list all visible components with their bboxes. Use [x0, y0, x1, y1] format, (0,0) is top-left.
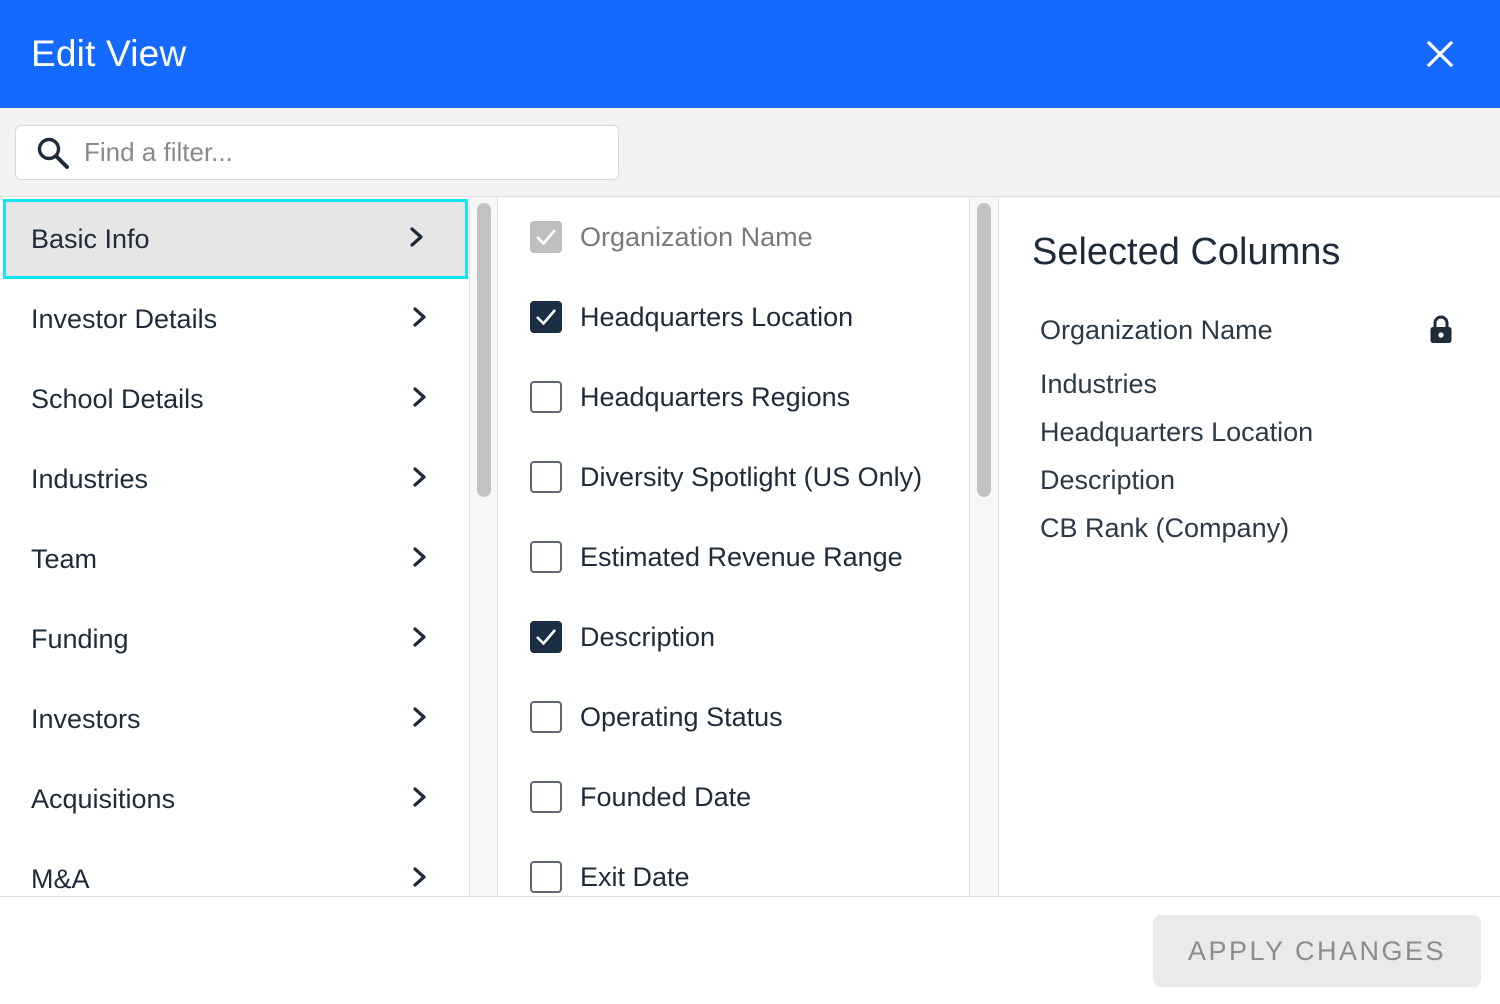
category-label: School Details	[31, 383, 204, 414]
field-option[interactable]: Headquarters Regions	[530, 357, 850, 437]
field-label: Headquarters Location	[580, 301, 854, 332]
chevron-right-icon	[412, 386, 428, 413]
field-label: Estimated Revenue Range	[580, 541, 903, 572]
field-checkbox[interactable]	[530, 461, 562, 493]
chevron-right-icon	[413, 786, 426, 807]
category-item[interactable]: Acquisitions	[3, 759, 468, 839]
field-option[interactable]: Diversity Spotlight (US Only)	[530, 437, 922, 517]
field-label: Exit Date	[580, 861, 690, 892]
field-label: Headquarters Regions	[580, 381, 851, 412]
category-item[interactable]: School Details	[3, 359, 468, 439]
chevron-right-icon	[412, 626, 428, 653]
field-checkbox	[530, 221, 562, 253]
search-input[interactable]	[84, 137, 584, 168]
lock-icon	[1429, 315, 1453, 350]
category-scrollbar-thumb[interactable]	[477, 203, 491, 497]
checkmark-icon	[536, 229, 556, 246]
chevron-right-icon	[413, 546, 426, 567]
chevron-right-icon	[412, 706, 428, 733]
field-label: Organization Name	[580, 221, 813, 252]
category-scrollbar[interactable]	[470, 197, 498, 897]
category-item[interactable]: Investors	[3, 679, 468, 759]
category-item[interactable]: Basic Info	[3, 199, 468, 279]
category-label: Basic Info	[31, 223, 150, 254]
field-option[interactable]: Estimated Revenue Range	[530, 517, 903, 597]
checkmark-icon	[536, 629, 556, 646]
chevron-right-icon	[410, 226, 423, 247]
category-list: Basic Info Investor Details School Details…	[0, 197, 470, 897]
field-list: Organization Name Headquarters Location He…	[499, 197, 969, 897]
category-item[interactable]: Industries	[3, 439, 468, 519]
apply-changes-button[interactable]: APPLY CHANGES	[1153, 915, 1481, 987]
close-button[interactable]	[1420, 34, 1460, 74]
search-bar	[0, 108, 1500, 196]
field-scrollbar-thumb[interactable]	[977, 203, 991, 497]
field-scrollbar[interactable]	[969, 197, 999, 897]
selected-column-item[interactable]: CB Rank (Company)	[1040, 513, 1289, 544]
chevron-right-icon	[413, 866, 426, 887]
selected-columns-title: Selected Columns	[1032, 231, 1341, 273]
chevron-right-icon	[413, 306, 426, 327]
chevron-right-icon	[412, 466, 428, 493]
chevron-right-icon	[409, 226, 425, 253]
selected-columns-panel: Selected Columns Organization Name Indust…	[999, 197, 1500, 897]
category-label: Industries	[31, 463, 149, 494]
field-option[interactable]: Founded Date	[530, 757, 751, 837]
chevron-right-icon	[412, 306, 428, 333]
field-checkbox[interactable]	[530, 781, 562, 813]
field-label: Diversity Spotlight (US Only)	[580, 461, 923, 492]
selected-column-item[interactable]: Description	[1040, 465, 1175, 496]
selected-column-item[interactable]: Headquarters Location	[1040, 417, 1313, 448]
field-label: Description	[580, 621, 716, 652]
chevron-right-icon	[413, 706, 426, 727]
category-item[interactable]: M&A	[3, 839, 468, 897]
chevron-right-icon	[413, 626, 426, 647]
category-item[interactable]: Team	[3, 519, 468, 599]
lock-icon	[1430, 315, 1452, 343]
selected-column-item[interactable]: Industries	[1040, 369, 1157, 400]
field-label: Operating Status	[580, 701, 783, 732]
field-option[interactable]: Operating Status	[530, 677, 783, 757]
category-label: Investor Details	[31, 303, 218, 334]
dialog-content: Basic Info Investor Details School Details…	[0, 196, 1500, 897]
chevron-right-icon	[412, 546, 428, 573]
category-item[interactable]: Funding	[3, 599, 468, 679]
field-option[interactable]: Headquarters Location	[530, 277, 853, 357]
dialog-footer: APPLY CHANGES	[0, 896, 1500, 1004]
field-option: Organization Name	[530, 197, 813, 277]
category-label: Team	[31, 543, 98, 574]
dialog-title: Edit View	[31, 33, 187, 74]
field-checkbox[interactable]	[530, 621, 562, 653]
chevron-right-icon	[413, 466, 426, 487]
dialog-header: Edit View	[0, 0, 1500, 108]
checkmark-icon	[536, 309, 556, 326]
chevron-right-icon	[412, 786, 428, 813]
category-label: Investors	[31, 703, 141, 734]
chevron-right-icon	[413, 386, 426, 407]
search-box[interactable]	[15, 125, 619, 180]
field-checkbox[interactable]	[530, 381, 562, 413]
field-checkbox[interactable]	[530, 301, 562, 333]
close-icon	[1427, 41, 1453, 67]
category-item[interactable]: Investor Details	[3, 279, 468, 359]
category-label: Acquisitions	[31, 783, 176, 814]
chevron-right-icon	[412, 866, 428, 893]
search-icon	[37, 137, 69, 169]
category-label: M&A	[31, 863, 90, 894]
selected-column-item[interactable]: Organization Name	[1040, 315, 1273, 346]
field-option[interactable]: Description	[530, 597, 715, 677]
field-label: Founded Date	[580, 781, 752, 812]
field-checkbox[interactable]	[530, 541, 562, 573]
field-checkbox[interactable]	[530, 861, 562, 893]
category-label: Funding	[31, 623, 129, 654]
field-checkbox[interactable]	[530, 701, 562, 733]
field-option[interactable]: Exit Date	[530, 837, 690, 897]
